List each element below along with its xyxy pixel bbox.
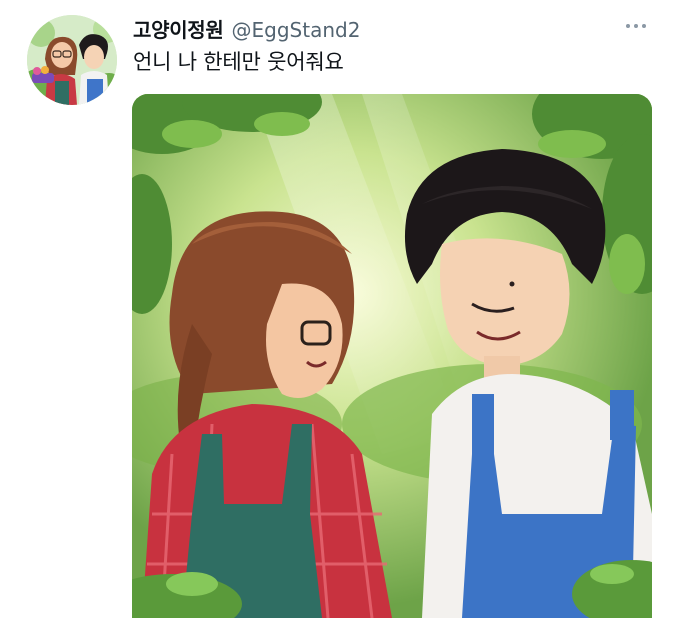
user-handle[interactable]: @EggStand2 [232,18,361,42]
avatar[interactable] [27,15,117,105]
display-name[interactable]: 고양이정원 [133,18,224,42]
tweet: 고양이정원 @EggStand2 언니 나 한테만 웃어줘요 [0,0,680,618]
avatar-illustration [27,15,117,105]
illustration-couple-in-garden [132,94,652,618]
tweet-text: 언니 나 한테만 웃어줘요 [133,50,344,74]
tweet-media-image[interactable] [132,94,652,618]
more-horizontal-icon[interactable] [620,16,652,36]
tweet-header: 고양이정원 @EggStand2 [133,14,360,43]
